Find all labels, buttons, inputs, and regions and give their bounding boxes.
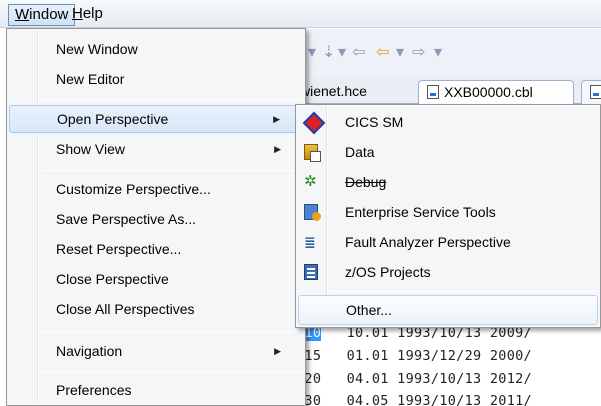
menu-separator: [41, 99, 303, 100]
perspective-item-zos-projects[interactable]: z/OS Projects: [298, 257, 598, 287]
submenu-arrow-icon: ▶: [274, 144, 281, 154]
menu-item-label: Customize Perspective...: [56, 181, 211, 197]
tab-label: XXB00000.cbl: [444, 84, 533, 100]
editor-toolbar: ▾ ⇣ ▾ ⇦ ⇦ ▾ ⇨ ▾: [300, 29, 601, 79]
cics-sm-icon: [304, 114, 322, 130]
perspective-item-label: Fault Analyzer Perspective: [345, 234, 511, 250]
menu-item-customize-perspective[interactable]: Customize Perspective...: [9, 175, 303, 203]
menu-bar: Window Help: [0, 0, 601, 28]
code-text: 04.05 1993/10/13 2011/: [321, 393, 532, 406]
back-icon[interactable]: ⇦: [376, 42, 389, 62]
submenu-arrow-icon: ▶: [274, 346, 281, 356]
menu-separator: [41, 331, 303, 332]
menu-item-show-view[interactable]: Show View ▶: [9, 135, 303, 163]
menu-separator: [330, 291, 598, 292]
perspective-item-other[interactable]: Other...: [298, 295, 598, 325]
perspective-item-data[interactable]: Data: [298, 137, 598, 167]
perspective-item-debug[interactable]: ✲ Debug: [298, 167, 598, 197]
perspective-item-label: Enterprise Service Tools: [345, 204, 496, 220]
back-disabled-icon: ⇦: [352, 44, 366, 61]
perspective-item-label: Other...: [346, 302, 392, 318]
menu-separator: [41, 170, 303, 171]
dropdown-arrow-icon[interactable]: ▾: [396, 42, 404, 62]
menu-item-label: Navigation: [56, 343, 123, 359]
menu-help-mnemonic: H: [72, 5, 83, 22]
menu-item-label: Reset Perspective...: [56, 241, 182, 257]
open-perspective-submenu: CICS SM Data ✲ Debug Enterprise Service T…: [295, 104, 601, 328]
menu-item-label: Save Perspective As...: [56, 211, 197, 227]
data-icon: [304, 144, 321, 162]
perspective-item-fault-analyzer[interactable]: ≣ Fault Analyzer Perspective: [298, 227, 598, 257]
window-menu: New Window New Editor Open Perspective ▶ …: [6, 28, 306, 406]
perspective-item-enterprise-service-tools[interactable]: Enterprise Service Tools: [298, 197, 598, 227]
fault-analyzer-icon: ≣: [304, 234, 316, 250]
tab-xxb00000-cbl[interactable]: XXB00000.cbl: [418, 80, 574, 104]
tab-overflow[interactable]: [581, 80, 601, 104]
menu-help[interactable]: Help: [66, 4, 109, 26]
forward-icon[interactable]: ⇨: [412, 42, 425, 62]
editor-tab-bar: wienet.hce XXB00000.cbl: [300, 78, 601, 104]
menu-window-label: indow: [29, 6, 69, 23]
code-line[interactable]: G15 01.01 1993/12/29 2000/: [296, 348, 532, 364]
menu-item-reset-perspective[interactable]: Reset Perspective...: [9, 235, 303, 263]
dropdown-arrow-icon[interactable]: ▾: [434, 42, 442, 62]
menu-item-label: Preferences: [56, 382, 132, 398]
code-text: 04.01 1993/10/13 2012/: [321, 371, 532, 387]
zos-projects-icon: [304, 264, 318, 280]
perspective-item-label: Debug: [345, 174, 387, 190]
tab-label: wienet.hce: [300, 83, 367, 99]
menu-item-close-all-perspectives[interactable]: Close All Perspectives: [9, 295, 303, 323]
menu-item-label: New Editor: [56, 71, 125, 87]
menu-item-label: Close All Perspectives: [56, 301, 195, 317]
submenu-arrow-icon: ▶: [273, 114, 280, 124]
menu-window-mnemonic: W: [15, 6, 30, 23]
menu-item-label: Open Perspective: [57, 111, 169, 127]
perspective-item-cics-sm[interactable]: CICS SM: [298, 107, 598, 137]
code-text: 01.01 1993/12/29 2000/: [321, 348, 532, 364]
menu-item-save-perspective-as[interactable]: Save Perspective As...: [9, 205, 303, 233]
next-annotation-icon[interactable]: ⇣: [322, 42, 335, 62]
perspective-item-label: Data: [345, 144, 375, 160]
cobol-file-icon: [427, 85, 439, 99]
menu-item-navigation[interactable]: Navigation ▶: [9, 337, 303, 365]
menu-item-close-perspective[interactable]: Close Perspective: [9, 265, 303, 293]
dropdown-arrow-icon[interactable]: ▾: [308, 42, 316, 62]
menu-item-new-editor[interactable]: New Editor: [9, 65, 303, 93]
menu-item-label: New Window: [56, 41, 138, 57]
enterprise-service-tools-icon: [304, 204, 321, 221]
menu-item-preferences[interactable]: Preferences: [9, 376, 303, 404]
menu-separator: [41, 371, 303, 372]
perspective-item-label: CICS SM: [345, 114, 404, 130]
menu-help-label: elp: [82, 5, 103, 22]
code-line[interactable]: G20 04.01 1993/10/13 2012/: [296, 371, 532, 387]
menu-item-new-window[interactable]: New Window: [9, 35, 303, 63]
menu-item-label: Close Perspective: [56, 271, 169, 287]
code-line[interactable]: G30 04.05 1993/10/13 2011/: [296, 393, 532, 406]
dropdown-arrow-icon[interactable]: ▾: [338, 42, 346, 62]
perspective-item-label: z/OS Projects: [345, 264, 431, 280]
menu-item-open-perspective[interactable]: Open Perspective ▶: [9, 105, 303, 133]
menu-item-label: Show View: [56, 141, 126, 157]
file-icon: [590, 85, 601, 99]
debug-icon: ✲: [304, 173, 317, 190]
